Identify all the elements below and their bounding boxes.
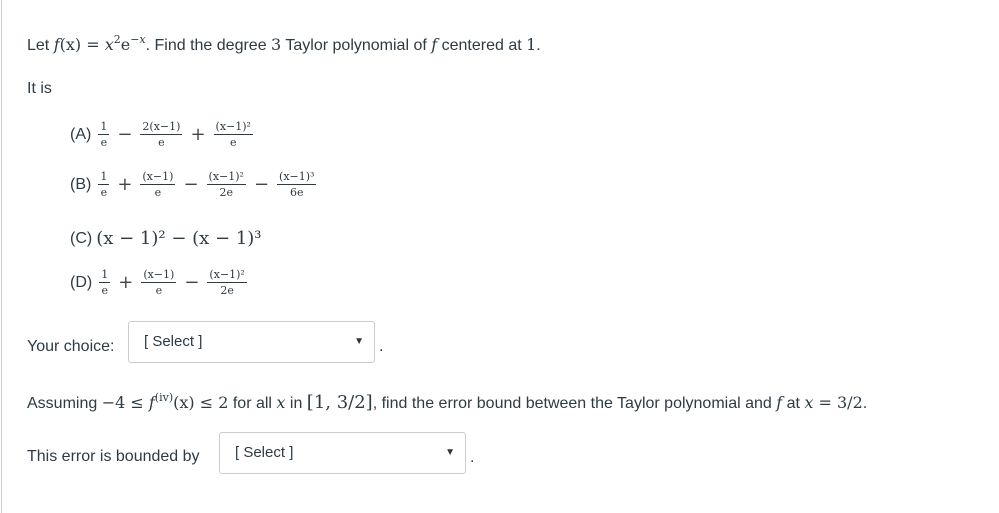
denominator: 2e <box>219 186 233 199</box>
math-center: 1 <box>526 35 537 54</box>
text: in <box>285 395 307 412</box>
denominator: e <box>155 284 163 297</box>
it-is-text: It is <box>27 80 52 97</box>
error-label: This error is bounded by <box>27 448 200 465</box>
option-d: (D) 1 e + (x−1) e − (x−1)² 2e <box>70 268 250 297</box>
operator: + <box>117 174 133 195</box>
numerator: 1 <box>99 268 111 283</box>
choice-select-value: [ Select ] <box>144 333 203 350</box>
operator: + <box>118 272 134 293</box>
question-panel: Let f(x) = x2e−x. Find the degree 3 Tayl… <box>1 0 999 513</box>
numerator: (x−1) <box>140 170 176 185</box>
option-expression: (x − 1)² − (x − 1)³ <box>96 228 262 249</box>
option-c: (C) (x − 1)² − (x − 1)³ <box>70 228 262 249</box>
math-eq: = <box>81 35 105 54</box>
fraction: 1e <box>99 268 111 297</box>
caret-down-icon: ▼ <box>445 447 455 458</box>
denominator: 6e <box>290 186 304 199</box>
caret-down-icon: ▼ <box>354 336 364 347</box>
text: for all <box>228 395 277 412</box>
option-a: (A) 1 e −2(x−1) e + (x−1)² e <box>70 120 256 149</box>
operator: − <box>183 174 199 195</box>
fraction: 1e <box>98 170 110 199</box>
error-period: . <box>470 449 475 466</box>
fraction: (x−1)³ 6e <box>277 170 317 199</box>
fraction: (x−1) e <box>141 268 177 297</box>
math-le: ≤ <box>194 393 219 412</box>
math-deriv: (iv) <box>154 391 174 404</box>
option-label: (B) <box>70 175 92 193</box>
text: . Find the degree <box>145 37 272 54</box>
numerator: 1 <box>98 170 110 185</box>
option-b: (B) 1 e + (x−1) e − (x−1)² 2e − (x−1)³ 6e <box>70 170 319 199</box>
operator: − <box>117 124 133 145</box>
operator: + <box>190 124 206 145</box>
denominator: e <box>101 284 108 297</box>
denominator: e <box>100 186 108 199</box>
fraction: (x−1)² 2e <box>207 268 247 297</box>
option-label: (C) <box>70 229 93 247</box>
part2-text: Assuming −4 ≤ f(iv)(x) ≤ 2 for all x in … <box>27 392 867 413</box>
text: , find the error bound between the Taylo… <box>372 395 777 412</box>
denominator: e <box>100 136 108 149</box>
text: Let <box>27 37 54 54</box>
operator: − <box>253 174 270 195</box>
option-label: (A) <box>70 125 92 143</box>
option-label: (D) <box>70 273 93 291</box>
choice-label: Your choice: <box>27 338 115 355</box>
denominator: e <box>158 136 165 149</box>
numerator: (x−1)² <box>206 170 246 185</box>
error-select-value: [ Select ] <box>235 444 294 461</box>
math-degree: 3 <box>271 35 282 54</box>
math-interval: [1, 3/2] <box>306 392 373 413</box>
math-e-exp: −x <box>130 33 146 46</box>
math-x: (x) <box>59 35 82 54</box>
denominator: e <box>229 136 237 149</box>
text: at <box>782 395 805 412</box>
text: Taylor polynomial of <box>281 37 432 54</box>
math-x: (x) <box>173 393 195 412</box>
fraction: (x−1)² e <box>213 120 253 149</box>
math-value: 3/2 <box>837 393 863 412</box>
choice-select[interactable]: [ Select ] ▼ <box>128 321 375 363</box>
numerator: 2(x−1) <box>140 120 183 135</box>
fraction: 2(x−1) e <box>140 120 183 149</box>
error-select[interactable]: [ Select ] ▼ <box>219 432 466 474</box>
math-base: x <box>104 35 114 54</box>
fraction: (x−1) e <box>140 170 176 199</box>
fraction: 1e <box>98 120 110 149</box>
choice-period: . <box>379 338 384 355</box>
denominator: 2e <box>220 284 234 297</box>
numerator: (x−1)² <box>213 120 253 135</box>
math-eq: = <box>813 393 837 412</box>
numerator: (x−1) <box>141 268 177 283</box>
numerator: (x−1)³ <box>277 170 317 185</box>
math-e: e <box>120 35 131 54</box>
math-upper: 2 <box>218 393 229 412</box>
numerator: 1 <box>98 120 110 135</box>
question-text: Let f(x) = x2e−x. Find the degree 3 Tayl… <box>27 33 541 55</box>
math-le: ≤ <box>125 393 149 412</box>
fraction: (x−1)² 2e <box>206 170 246 199</box>
numerator: (x−1)² <box>207 268 247 283</box>
math-exp: 2 <box>113 33 121 46</box>
text: . <box>862 395 868 412</box>
text: Assuming <box>27 395 102 412</box>
denominator: e <box>154 186 162 199</box>
text: . <box>536 37 541 54</box>
text: centered at <box>437 37 527 54</box>
operator: − <box>184 272 200 293</box>
math-lower: −4 <box>101 393 126 412</box>
